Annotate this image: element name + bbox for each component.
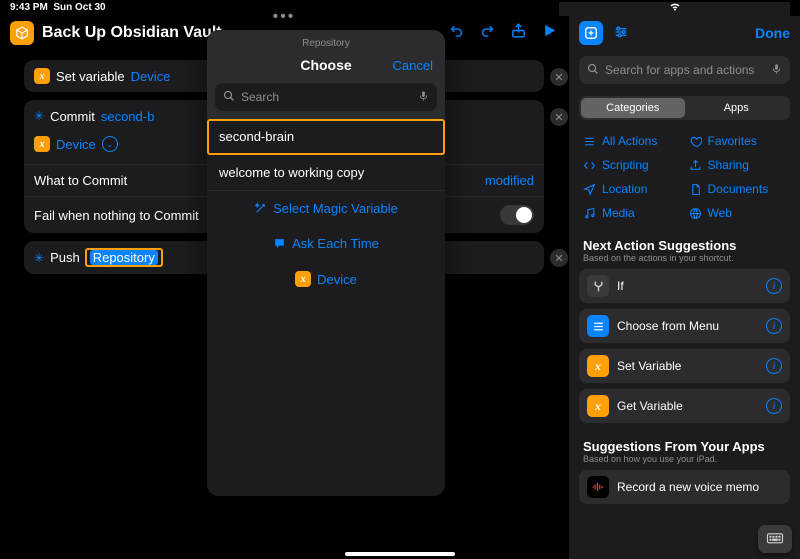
tab-apps[interactable]: Apps <box>685 98 789 118</box>
menu-icon <box>587 315 609 337</box>
repo-option-welcome[interactable]: welcome to working copy <box>207 155 445 191</box>
chevron-down-icon[interactable]: ⌄ <box>102 136 118 152</box>
status-time: 9:43 PM <box>10 2 48 13</box>
category-sharing[interactable]: Sharing <box>689 158 787 172</box>
highlighted-param: Repository <box>86 249 162 266</box>
popover-search[interactable] <box>215 83 437 111</box>
suggestion-get-variable[interactable]: x Get Variable i <box>579 389 790 423</box>
select-magic-variable[interactable]: Select Magic Variable <box>207 191 445 226</box>
what-to-commit-label: What to Commit <box>34 173 127 188</box>
category-all-actions[interactable]: All Actions <box>583 134 681 148</box>
working-copy-icon: ✳︎ <box>34 251 44 265</box>
popover-section: Repository <box>207 30 445 49</box>
remove-action-button[interactable]: ✕ <box>550 249 568 267</box>
suggestion-if[interactable]: If i <box>579 269 790 303</box>
variable-icon: x <box>587 355 609 377</box>
suggestion-voice-memo[interactable]: Record a new voice memo <box>579 470 790 504</box>
share-button[interactable] <box>510 22 527 44</box>
suggestion-set-variable[interactable]: x Set Variable i <box>579 349 790 383</box>
sidebar-search[interactable] <box>579 56 790 84</box>
info-icon[interactable]: i <box>766 278 782 294</box>
tab-categories[interactable]: Categories <box>581 98 685 118</box>
variable-icon: x <box>34 136 50 152</box>
redo-button[interactable] <box>479 22 496 44</box>
status-bar: 9:43 PM Sun Oct 30 81% <box>0 0 800 16</box>
action-label: Set variable <box>56 69 125 84</box>
sidebar-search-input[interactable] <box>605 63 765 77</box>
suggestion-choose-menu[interactable]: Choose from Menu i <box>579 309 790 343</box>
mic-icon[interactable] <box>771 62 782 79</box>
repo-param[interactable]: second-b <box>101 109 154 124</box>
variable-picker-popover: Repository Choose Cancel second-brain we… <box>207 30 445 496</box>
popover-title: Choose <box>300 57 351 73</box>
category-favorites[interactable]: Favorites <box>689 134 787 148</box>
search-icon <box>587 63 599 78</box>
multitask-dots-icon[interactable]: ••• <box>273 8 296 26</box>
shortcut-app-icon <box>10 21 34 45</box>
info-icon[interactable]: i <box>766 318 782 334</box>
app-suggestions-sub: Based on how you use your iPad. <box>569 454 800 470</box>
variable-icon: x <box>295 271 311 287</box>
undo-button[interactable] <box>448 22 465 44</box>
next-suggestions-title: Next Action Suggestions <box>569 232 800 253</box>
run-button[interactable] <box>541 22 558 44</box>
repo-option-second-brain[interactable]: second-brain <box>207 119 445 155</box>
working-copy-icon: ✳︎ <box>34 109 44 123</box>
variable-icon: x <box>587 395 609 417</box>
fail-when-nothing-label: Fail when nothing to Commit <box>34 208 199 223</box>
remove-action-button[interactable]: ✕ <box>550 108 568 126</box>
filter-button[interactable] <box>613 24 629 43</box>
add-action-button[interactable] <box>579 21 603 45</box>
home-indicator[interactable] <box>345 552 455 556</box>
category-web[interactable]: Web <box>689 206 787 220</box>
mic-icon[interactable] <box>418 89 429 106</box>
category-scripting[interactable]: Scripting <box>583 158 681 172</box>
what-to-commit-value[interactable]: modified <box>485 173 534 188</box>
search-icon <box>223 90 235 105</box>
action-label: Push <box>50 250 80 265</box>
categories-apps-toggle[interactable]: Categories Apps <box>579 96 790 120</box>
device-variable[interactable]: x Device <box>207 261 445 297</box>
cancel-button[interactable]: Cancel <box>393 58 433 73</box>
keyboard-button[interactable] <box>758 525 792 553</box>
action-label: Commit <box>50 109 95 124</box>
wifi-icon <box>669 2 681 14</box>
variable-param[interactable]: Device <box>131 69 171 84</box>
device-param[interactable]: Device <box>56 137 96 152</box>
info-icon[interactable]: i <box>766 398 782 414</box>
info-icon[interactable]: i <box>766 358 782 374</box>
category-media[interactable]: Media <box>583 206 681 220</box>
category-location[interactable]: Location <box>583 182 681 196</box>
done-button[interactable]: Done <box>755 25 790 41</box>
remove-action-button[interactable]: ✕ <box>550 68 568 86</box>
search-input[interactable] <box>241 90 412 104</box>
next-suggestions-sub: Based on the actions in your shortcut. <box>569 253 800 269</box>
sidebar-header: Done <box>569 16 800 50</box>
repository-param[interactable]: Repository <box>90 250 158 265</box>
app-suggestions-title: Suggestions From Your Apps <box>569 433 800 454</box>
variable-icon: x <box>34 68 50 84</box>
status-date: Sun Oct 30 <box>53 2 105 13</box>
fail-toggle[interactable] <box>500 205 534 225</box>
ask-each-time[interactable]: Ask Each Time <box>207 226 445 261</box>
category-documents[interactable]: Documents <box>689 182 787 196</box>
branch-icon <box>587 275 609 297</box>
voice-memo-icon <box>587 476 609 498</box>
